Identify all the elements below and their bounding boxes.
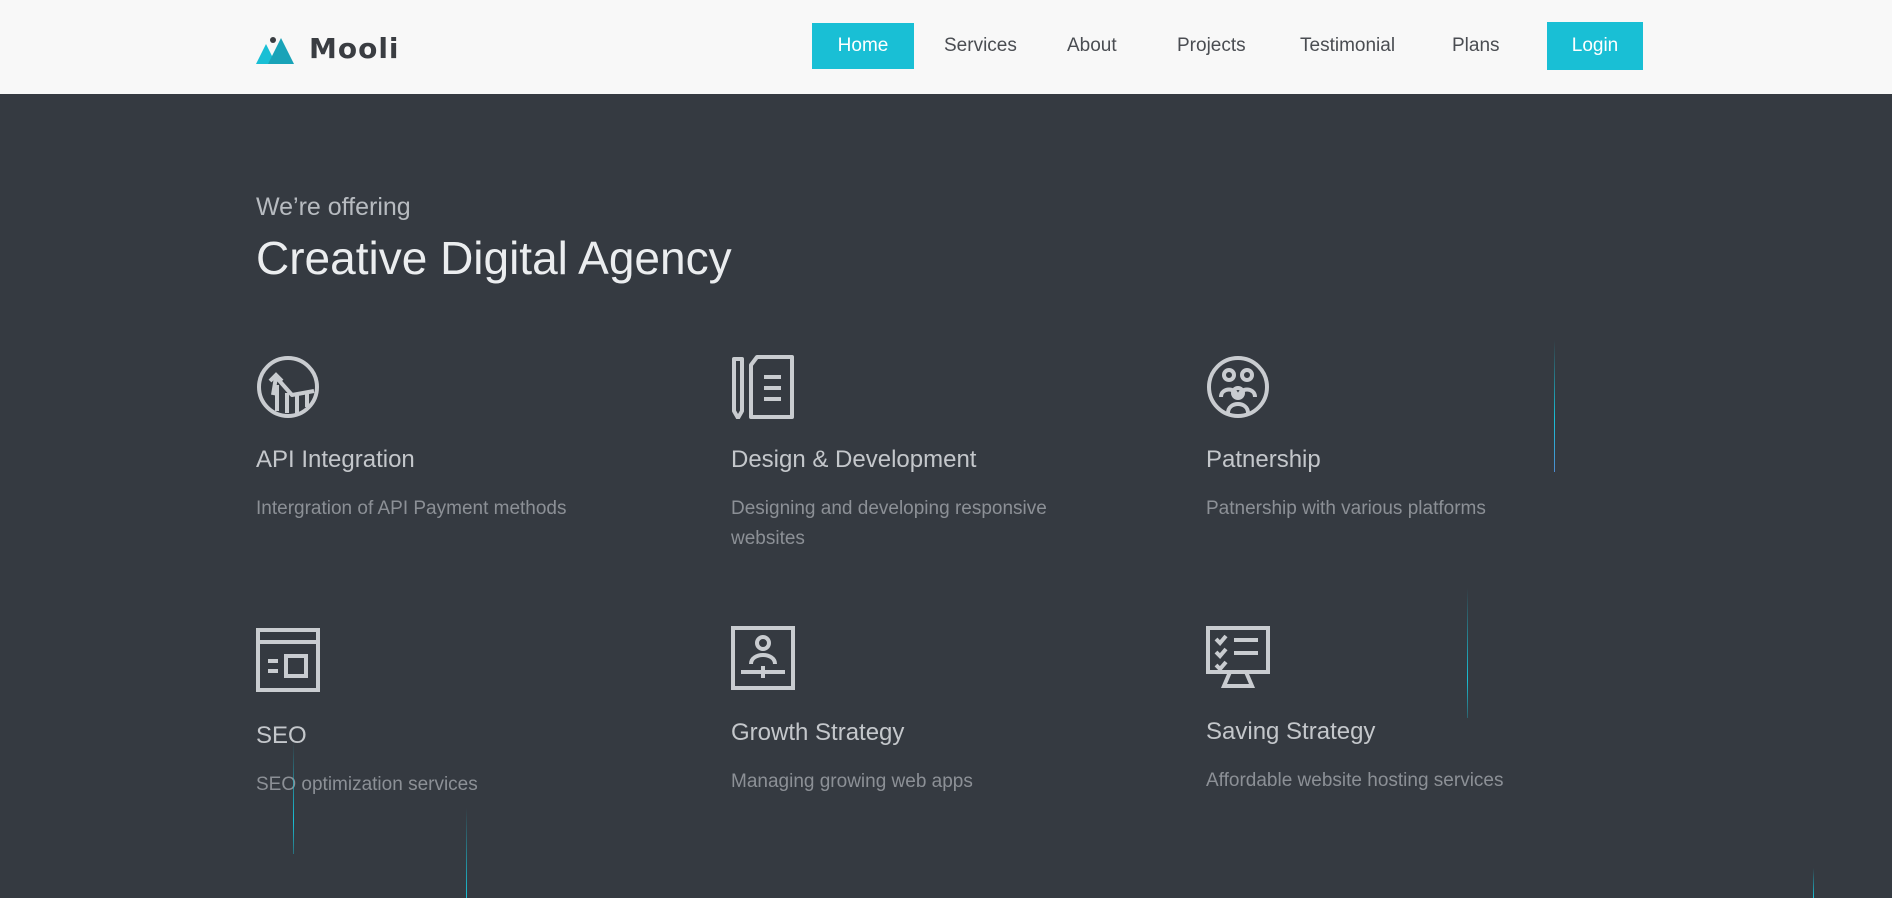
service-desc: SEO optimization services [256,774,478,795]
service-title: API Integration [256,446,415,473]
service-desc: Designing and developing responsive webs… [731,498,1047,549]
chart-circle-icon [257,356,319,418]
service-card-growth: Growth Strategy Managing growing web app… [731,626,1091,792]
service-card-seo: SEO SEO optimization services [256,628,616,795]
navbar: Mooli Home Services About Projects Testi… [0,0,1892,94]
service-desc: Managing growing web apps [731,771,973,792]
service-desc: Affordable website hosting services [1206,770,1504,791]
service-title: Growth Strategy [731,719,905,746]
logo[interactable]: Mooli [256,32,400,65]
service-title: SEO [256,722,307,749]
mountain-logo-icon [256,36,294,64]
service-title: Saving Strategy [1206,718,1376,745]
profile-frame-icon [731,626,795,690]
hero-subtitle: We’re offering [256,193,411,221]
service-card-design: Design & Development Designing and devel… [731,355,1091,549]
brand-name: Mooli [309,32,400,65]
nav-about[interactable]: About [1067,23,1117,69]
nav-home[interactable]: Home [812,23,914,69]
hero-title: Creative Digital Agency [256,232,732,284]
login-button[interactable]: Login [1547,22,1643,70]
browser-window-icon [256,628,320,692]
decorative-streak [1813,868,1814,898]
people-circle-icon [1207,356,1269,418]
nav-projects[interactable]: Projects [1177,23,1246,69]
nav-testimonial[interactable]: Testimonial [1300,23,1395,69]
service-desc: Patnership with various platforms [1206,498,1486,519]
decorative-streak [466,808,467,898]
decorative-streak [1554,340,1555,472]
decorative-streak [293,742,294,854]
nav-services[interactable]: Services [944,23,1017,69]
service-title: Design & Development [731,446,977,473]
monitor-checklist-icon [1206,626,1270,688]
service-desc: Intergration of API Payment methods [256,498,567,519]
decorative-streak [1467,588,1468,718]
service-title: Patnership [1206,446,1321,473]
nav-plans[interactable]: Plans [1452,23,1500,69]
document-pen-icon [732,355,794,419]
service-card-partnership: Patnership Patnership with various platf… [1206,355,1566,519]
service-card-api: API Integration Intergration of API Paym… [256,355,616,519]
service-card-saving: Saving Strategy Affordable website hosti… [1206,626,1566,791]
